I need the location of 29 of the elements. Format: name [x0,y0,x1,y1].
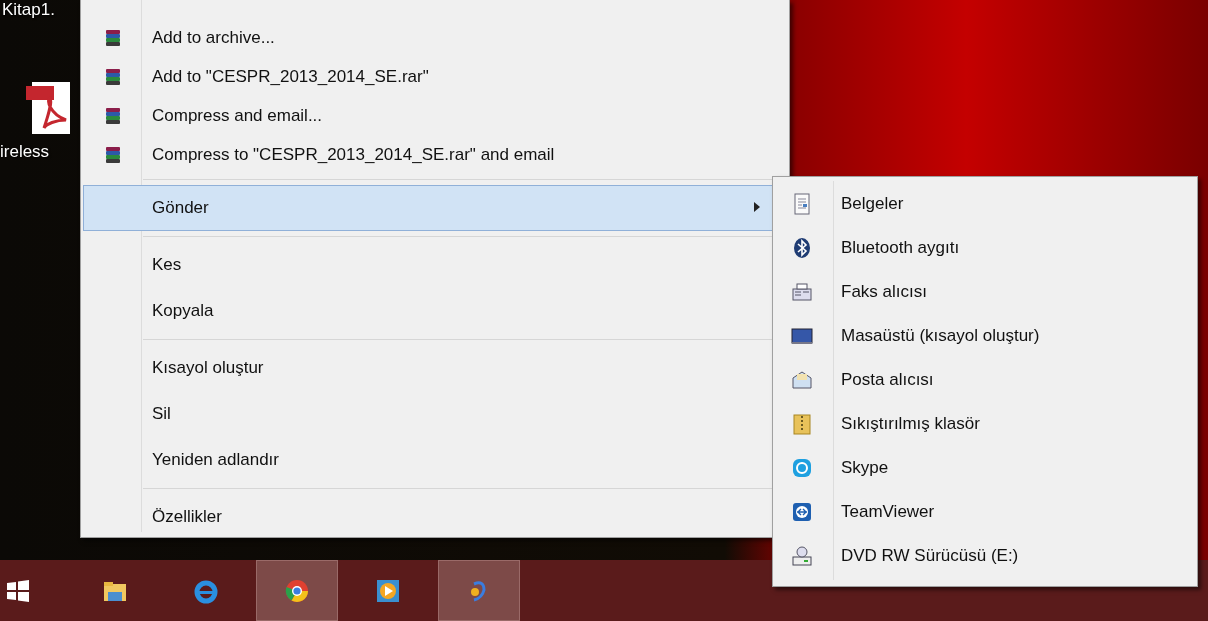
dvd-drive-icon [791,545,813,567]
archive-books-icon [104,106,122,125]
monitor-icon [791,325,813,347]
desktop-icon-label[interactable]: ireless [0,142,50,162]
archive-books-icon [104,145,122,164]
menu-item[interactable]: Add to "CESPR_2013_2014_SE.rar" [83,57,787,96]
archive-books-icon [104,67,122,86]
archive-books-icon [104,28,122,47]
envelope-icon [791,369,813,391]
menu-item[interactable]: Compress and email... [83,96,787,135]
windows-start-icon [5,577,31,604]
submenu-item[interactable]: TeamViewer [773,490,1197,534]
submenu-item[interactable]: Skype [773,446,1197,490]
menu-item[interactable]: Compress to "CESPR_2013_2014_SE.rar" and email [83,135,787,174]
submenu-item[interactable]: Faks alıcısı [773,270,1197,314]
submenu-item[interactable]: Sıkıştırılmış klasör [773,402,1197,446]
chrome-icon [284,577,310,604]
submenu-item[interactable]: Masaüstü (kısayol oluştur) [773,314,1197,358]
menu-item[interactable]: Add to archive... [83,18,787,57]
zip-folder-icon [791,413,813,435]
fax-icon [791,281,813,303]
desktop-icon-label[interactable]: Kitap1. [0,0,55,20]
skype-icon [791,457,813,479]
document-icon [791,193,813,215]
play-icon [375,577,401,604]
submenu-item[interactable]: DVD RW Sürücüsü (E:) [773,534,1197,578]
submenu-item[interactable]: Posta alıcısı [773,358,1197,402]
bluetooth-icon [791,237,813,259]
teamviewer-icon [791,501,813,523]
